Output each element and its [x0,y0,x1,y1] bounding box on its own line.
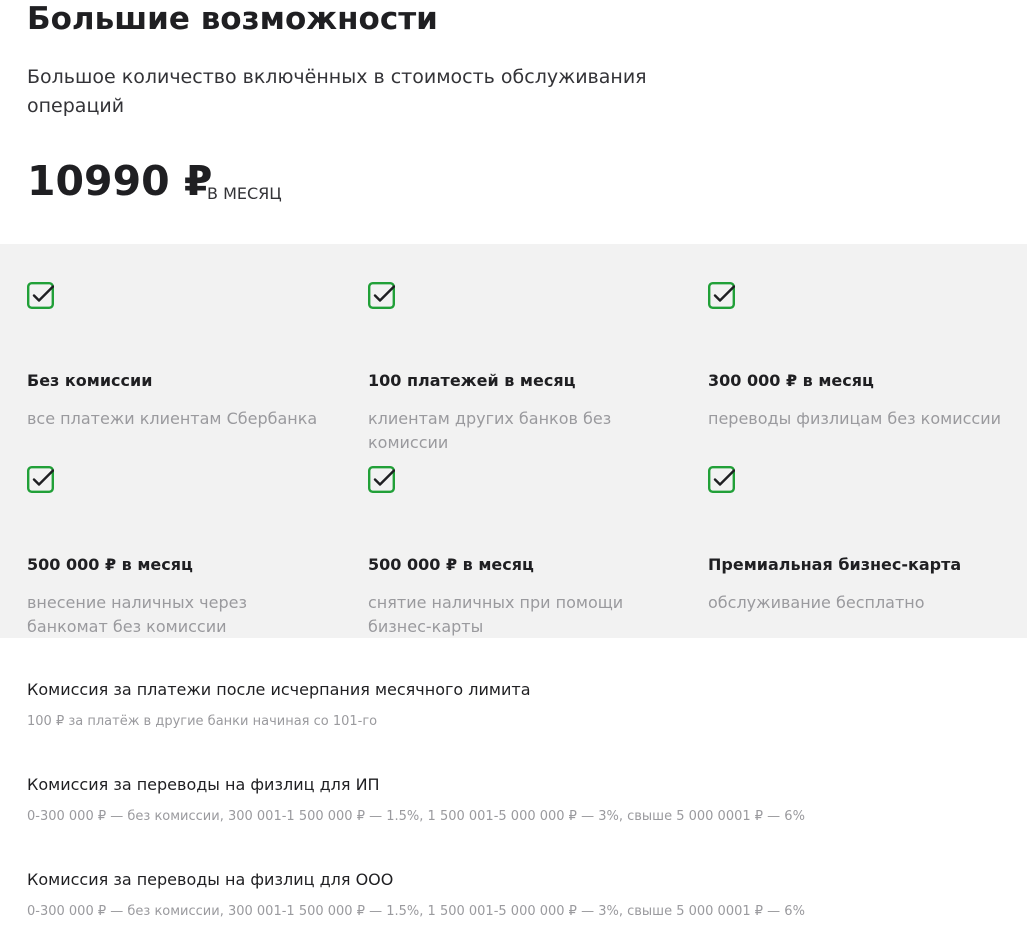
fee-description: 100 ₽ за платёж в другие банки начиная с… [27,714,378,729]
checkbox-checked-icon [708,282,735,309]
checkbox-checked-icon [708,466,735,493]
fee-description: 0-300 000 ₽ — без комиссии, 300 001-1 50… [27,904,805,919]
fee-title: Комиссия за переводы на физлиц для ООО [27,870,394,889]
tariff-period: в месяц [207,184,282,203]
feature-description: переводы физлицам без комиссии [708,409,1001,428]
feature-description: клиентам других банков без комиссии [368,409,612,452]
fee-item: Комиссия за переводы на физлиц для ИП 0-… [27,774,1007,826]
feature-item: 500 000 ₽ в месяц снятие наличных при по… [368,466,668,636]
checkbox-checked-icon [368,466,395,493]
fee-description: 0-300 000 ₽ — без комиссии, 300 001-1 50… [27,809,805,824]
feature-title: 500 000 ₽ в месяц [368,555,534,574]
feature-title: 300 000 ₽ в месяц [708,371,874,390]
feature-item: Без комиссии все платежи клиентам Сберба… [27,282,327,462]
fees-section: Комиссия за платежи после исчерпания мес… [0,638,1027,938]
feature-item: Премиальная бизнес-карта обслуживание бе… [708,466,1008,636]
fee-item: Комиссия за переводы на физлиц для ООО 0… [27,869,1007,921]
feature-description: все платежи клиентам Сбербанка [27,409,318,428]
feature-description: снятие наличных при помощи бизнес-карты [368,593,624,636]
feature-item: 100 платежей в месяц клиентам других бан… [368,282,668,462]
features-panel: Без комиссии все платежи клиентам Сберба… [0,244,1027,638]
feature-description: обслуживание бесплатно [708,593,925,612]
feature-description: внесение наличных через банкомат без ком… [27,593,247,636]
fee-title: Комиссия за переводы на физлиц для ИП [27,775,380,794]
feature-title: 100 платежей в месяц [368,371,576,390]
page-title: Большие возможности [27,1,438,37]
tariff-price: 10990 ₽ [27,157,213,205]
page-subtitle: Большое количество включённых в стоимост… [27,66,647,117]
checkbox-checked-icon [27,282,54,309]
fee-item: Комиссия за платежи после исчерпания мес… [27,679,1007,731]
feature-title: Премиальная бизнес-карта [708,555,962,574]
checkbox-checked-icon [368,282,395,309]
tariff-header: Большие возможности Большое количество в… [0,0,1027,244]
feature-item: 300 000 ₽ в месяц переводы физлицам без … [708,282,1008,462]
feature-title: 500 000 ₽ в месяц [27,555,193,574]
feature-title: Без комиссии [27,371,153,390]
feature-item: 500 000 ₽ в месяц внесение наличных чере… [27,466,327,636]
fee-title: Комиссия за платежи после исчерпания мес… [27,680,531,699]
checkbox-checked-icon [27,466,54,493]
